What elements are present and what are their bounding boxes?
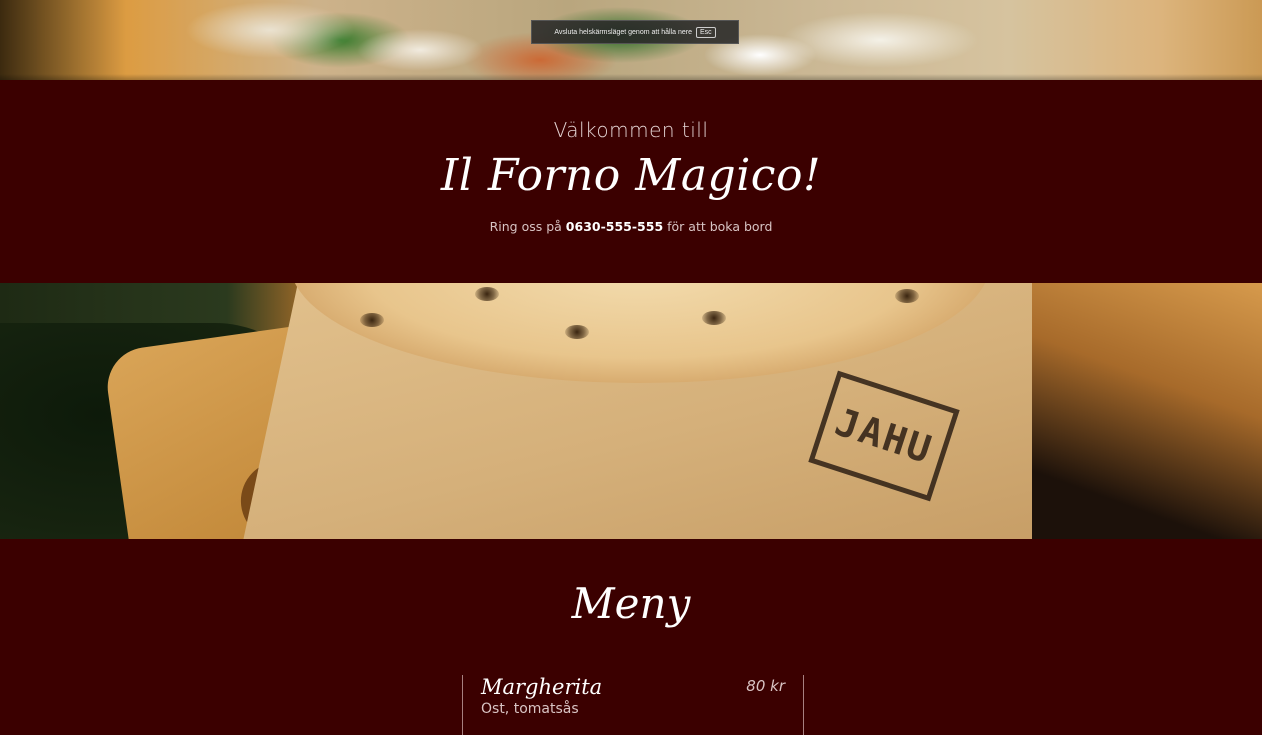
booking-prefix: Ring oss på bbox=[489, 219, 566, 234]
crust-char bbox=[895, 289, 919, 303]
crust-char bbox=[475, 287, 499, 301]
menu-title: Meny bbox=[571, 579, 691, 628]
wood-table bbox=[1032, 283, 1262, 539]
restaurant-name: Il Forno Magico! bbox=[440, 150, 822, 201]
menu-item-name: Margherita bbox=[481, 675, 603, 699]
crust-char bbox=[702, 311, 726, 325]
pizza-photo: JAHU bbox=[0, 283, 1262, 539]
welcome-text: Välkommen till bbox=[553, 118, 709, 142]
esc-key-badge: Esc bbox=[695, 26, 716, 38]
hero-section: Välkommen till Il Forno Magico! Ring oss… bbox=[0, 80, 1262, 283]
crust-char bbox=[565, 325, 589, 339]
menu-section: Meny Margherita 80 kr Ost, tomatsås bbox=[0, 539, 1262, 735]
crust-char bbox=[360, 313, 384, 327]
menu-list: Margherita 80 kr Ost, tomatsås bbox=[462, 675, 804, 735]
menu-item-description: Ost, tomatsås bbox=[481, 701, 579, 717]
booking-suffix: för att boka bord bbox=[663, 219, 773, 234]
booking-info: Ring oss på 0630-555-555 för att boka bo… bbox=[0, 219, 1262, 234]
menu-item-price: 80 kr bbox=[746, 677, 785, 695]
phone-number[interactable]: 0630-555-555 bbox=[566, 219, 663, 234]
fullscreen-notice: Avsluta helskärmsläget genom att hålla n… bbox=[531, 20, 739, 44]
fullscreen-notice-text: Avsluta helskärmsläget genom att hålla n… bbox=[554, 28, 692, 36]
